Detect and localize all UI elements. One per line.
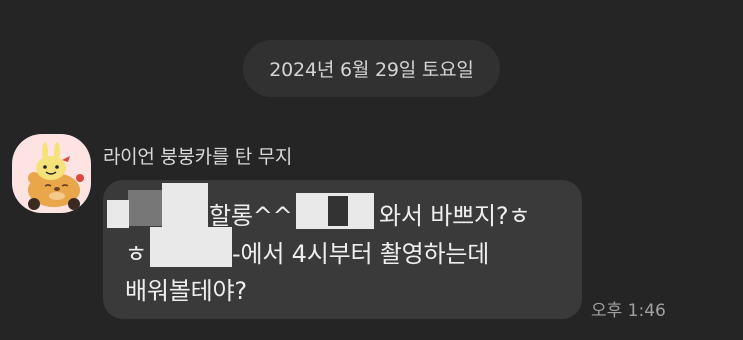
message-timestamp: 오후 1:46 <box>591 301 666 321</box>
redaction-block <box>328 196 348 226</box>
date-divider-text: 2024년 6월 29일 토요일 <box>269 59 474 81</box>
message-line-2a: ㅎ <box>125 240 147 268</box>
message-line-1a: 할롱^^ <box>209 202 293 230</box>
redaction-block <box>107 200 129 228</box>
redaction-block <box>128 190 162 226</box>
sender-name: 라이언 붕붕카를 탄 무지 <box>103 146 293 168</box>
redaction-block <box>150 227 232 267</box>
message-line-3: 배워볼테야? <box>125 277 247 305</box>
redaction-block <box>162 183 208 227</box>
date-divider: 2024년 6월 29일 토요일 <box>243 40 500 97</box>
message-line-2b: -에서 4시부터 촬영하는데 <box>232 240 490 268</box>
muzi-riding-ryan-car-icon <box>28 142 84 210</box>
sender-avatar[interactable] <box>12 134 91 213</box>
message-line-1b: 와서 바쁘지?ㅎ <box>379 202 531 230</box>
